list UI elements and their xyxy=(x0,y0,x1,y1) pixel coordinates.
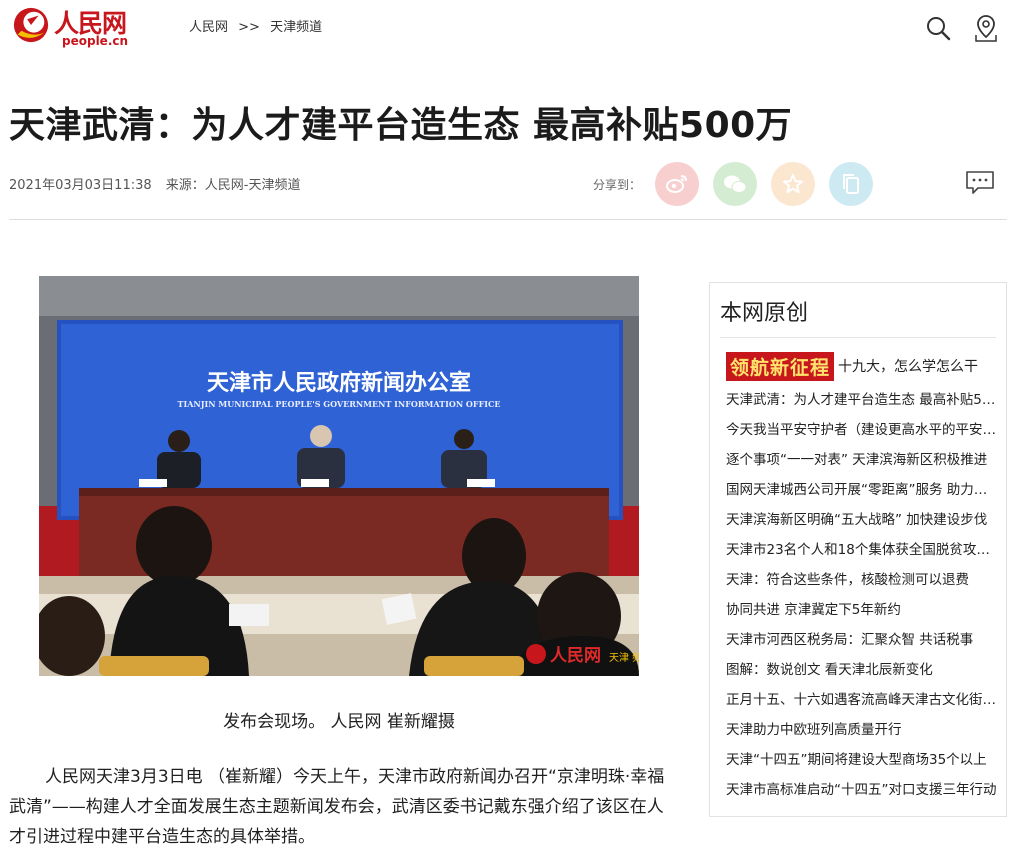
backdrop-title: 天津市人民政府新闻办公室 xyxy=(207,370,471,396)
banner-tag: 领航新征程 xyxy=(726,351,835,381)
header-tools xyxy=(924,12,1000,44)
logo-domain: people.cn xyxy=(62,34,129,48)
press-conference-image: 天津市人民政府新闻办公室 TIANJIN MUNICIPAL PEOPLE'S … xyxy=(39,276,639,676)
copy-icon xyxy=(843,174,860,194)
breadcrumb-home-link[interactable]: 人民网 xyxy=(189,20,228,35)
news-link[interactable]: 图解：数说创文 看天津北辰新变化 xyxy=(726,655,998,685)
sidebar-divider xyxy=(720,337,996,338)
photo-watermark: 人民网 xyxy=(550,646,601,666)
news-link[interactable]: 正月十五、十六如遇客流高峰天津古文化街将限流 xyxy=(726,685,998,715)
header-divider xyxy=(9,219,1007,220)
news-link[interactable]: 天津武清：为人才建平台造生态 最高补贴500万 xyxy=(726,385,998,415)
breadcrumb-channel-link[interactable]: 天津频道 xyxy=(270,20,322,35)
people-logo[interactable]: 人民网 people.cn xyxy=(10,4,140,50)
photo-watermark-sub: 天津 频道 xyxy=(609,651,639,664)
article-paragraph: 人民网天津3月3日电 （崔新耀）今天上午，天津市政府新闻办召开“京津明珠·幸福武… xyxy=(9,767,665,847)
share-weibo-button[interactable] xyxy=(655,162,700,206)
backdrop-subtitle: TIANJIN MUNICIPAL PEOPLE'S GOVERNMENT IN… xyxy=(178,399,501,409)
comment-button[interactable] xyxy=(965,170,995,196)
news-link[interactable]: 天津助力中欧班列高质量开行 xyxy=(726,715,998,745)
news-link[interactable]: 天津市23名个人和18个集体获全国脱贫攻坚表彰 xyxy=(726,535,998,565)
news-link[interactable]: 天津“十四五”期间将建设大型商场35个以上 xyxy=(726,745,998,775)
sidebar-banner[interactable]: 领航新征程 十九大，怎么学怎么干 xyxy=(726,351,978,381)
original-news-sidebar: 本网原创 领航新征程 十九大，怎么学怎么干 天津武清：为人才建平台造生态 最高补… xyxy=(709,282,1007,817)
wechat-icon xyxy=(724,175,747,193)
photo-caption: 发布会现场。 人民网 崔新耀摄 xyxy=(223,712,455,732)
article-title: 天津武清：为人才建平台造生态 最高补贴500万 xyxy=(9,105,793,146)
search-button[interactable] xyxy=(924,12,952,44)
location-pin-icon xyxy=(975,15,997,42)
sidebar-title: 本网原创 xyxy=(720,301,809,326)
star-icon xyxy=(783,174,804,194)
breadcrumb-separator: >> xyxy=(238,20,260,35)
article-meta: 2021年03月03日11:38 来源：人民网-天津频道 xyxy=(9,174,310,193)
weibo-icon xyxy=(666,175,688,193)
people-logo-icon xyxy=(13,7,49,43)
article-source: 来源：人民网-天津频道 xyxy=(165,178,301,193)
sidebar-news-list: 天津武清：为人才建平台造生态 最高补贴500万 今天我当平安守护者（建设更高水平… xyxy=(726,385,998,805)
publish-datetime: 2021年03月03日11:38 xyxy=(9,178,152,193)
search-icon xyxy=(927,17,951,41)
location-button[interactable] xyxy=(972,12,1000,44)
share-copy-button[interactable] xyxy=(829,162,874,206)
news-link[interactable]: 协同共进 京津冀定下5年新约 xyxy=(726,595,998,625)
banner-text: 十九大，怎么学怎么干 xyxy=(838,359,979,375)
news-link[interactable]: 今天我当平安守护者（建设更高水平的平安天津） xyxy=(726,415,998,445)
share-bar: 分享到： xyxy=(593,162,887,206)
share-favorite-button[interactable] xyxy=(771,162,816,206)
news-link[interactable]: 天津滨海新区明确“五大战略” 加快建设步伐 xyxy=(726,505,998,535)
news-link[interactable]: 天津市高标准启动“十四五”对口支援三年行动 xyxy=(726,775,998,805)
news-link[interactable]: 天津市河西区税务局：汇聚众智 共话税事 xyxy=(726,625,998,655)
breadcrumb: 人民网 >> 天津频道 xyxy=(189,16,328,35)
comment-icon xyxy=(966,171,994,194)
news-link[interactable]: 逐个事项“一一对表” 天津滨海新区积极推进 xyxy=(726,445,998,475)
share-label: 分享到： xyxy=(593,177,642,192)
article-photo: 天津市人民政府新闻办公室 TIANJIN MUNICIPAL PEOPLE'S … xyxy=(39,276,639,676)
share-wechat-button[interactable] xyxy=(713,162,758,206)
news-link[interactable]: 天津：符合这些条件，核酸检测可以退费 xyxy=(726,565,998,595)
news-link[interactable]: 国网天津城西公司开展“零距离”服务 助力复工 xyxy=(726,475,998,505)
